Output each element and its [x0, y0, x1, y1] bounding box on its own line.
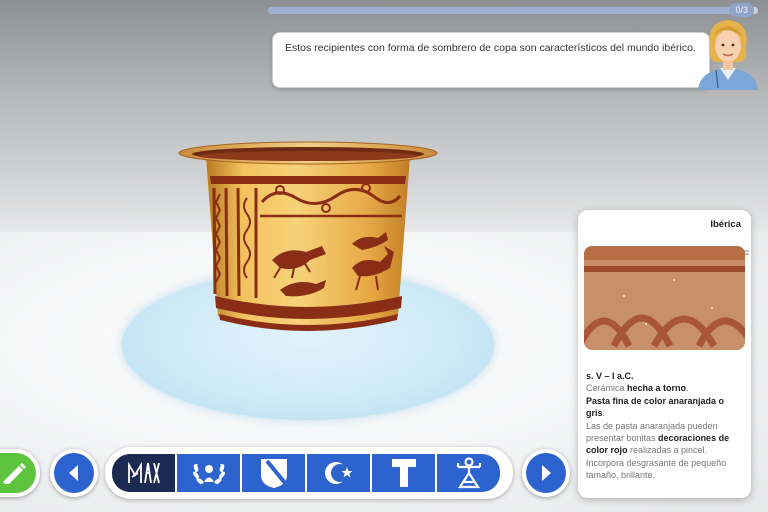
laurel-wreath-icon — [192, 463, 225, 485]
info-card-line-decoration: Las de pasta anaranjada pueden presentar… — [586, 420, 730, 456]
tool-visigothic[interactable] — [242, 454, 305, 492]
chevron-left-icon — [69, 465, 78, 481]
progress-fill — [268, 7, 739, 14]
tool-christian[interactable] — [372, 454, 435, 492]
next-button[interactable] — [522, 449, 570, 497]
chevron-right-icon — [542, 465, 551, 481]
next-button-face[interactable] — [526, 453, 566, 493]
sherd-closeup-photo — [584, 246, 745, 350]
info-card-date: s. V – I a.C. — [586, 371, 634, 381]
iberian-script-icon — [127, 461, 160, 484]
visigothic-shield-icon — [260, 459, 287, 488]
info-card-line-technique: Cerámica hecha a torno. — [586, 383, 689, 394]
info-card-title: Ibérica — [710, 219, 741, 230]
pencil-icon — [3, 463, 26, 484]
tool-roman[interactable] — [177, 454, 240, 492]
info-card-line-paste: Pasta fina de color anaranjada o gris. — [586, 395, 725, 419]
guide-speech-bubble: Estos recipientes con forma de sombrero … — [272, 32, 710, 88]
iberian-vase-model[interactable] — [176, 138, 440, 346]
guide-speech-text: Estos recipientes con forma de sombrero … — [285, 42, 696, 54]
info-card: Ibérica s. V – I a.C. Cerámica hecha a t… — [578, 210, 751, 498]
crescent-star-icon — [324, 462, 352, 484]
progress-bar: 0/3 — [268, 3, 758, 17]
idol-figure-icon — [456, 457, 481, 489]
previous-button-face[interactable] — [54, 453, 94, 493]
confirm-button-face[interactable] — [0, 453, 36, 493]
info-card-line-temper: Incorpora desgrasante de pequeño tamaño,… — [586, 457, 727, 481]
culture-toolbar — [105, 447, 513, 499]
tool-prehistoric[interactable] — [437, 454, 500, 492]
guide-avatar[interactable] — [694, 14, 762, 90]
tool-iberian[interactable] — [112, 454, 175, 492]
tau-cross-icon — [391, 459, 416, 487]
tool-islamic[interactable] — [307, 454, 370, 492]
info-card-description: s. V – I a.C. Cerámica hecha a torno. Pa… — [586, 370, 744, 482]
previous-button[interactable] — [50, 449, 98, 497]
